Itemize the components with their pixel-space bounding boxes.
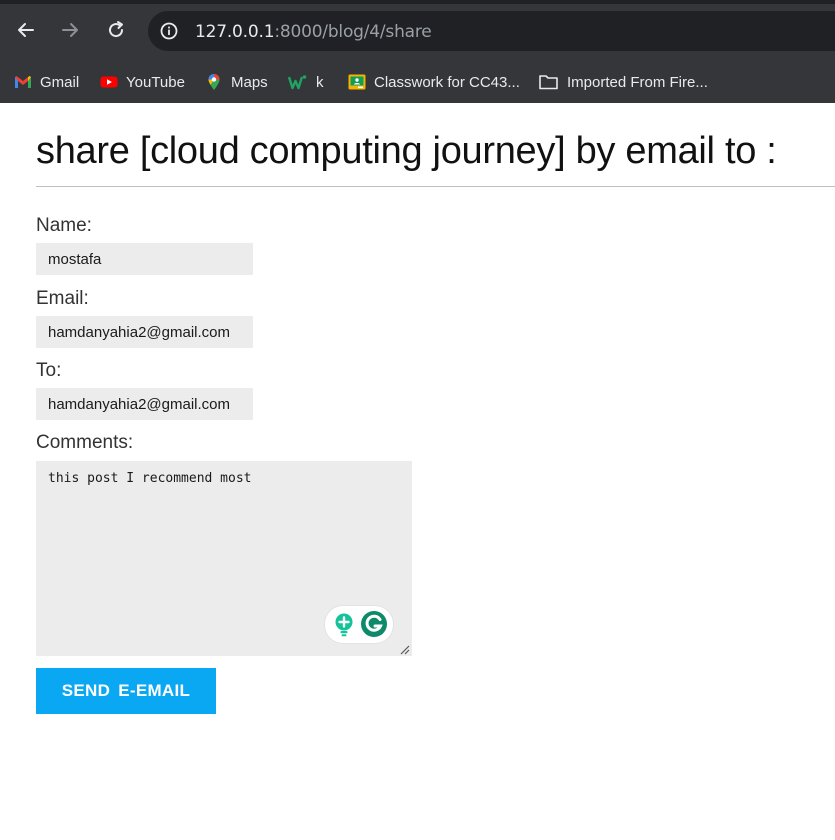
to-label: To: bbox=[36, 360, 62, 381]
name-input[interactable] bbox=[36, 243, 253, 275]
grammarly-logo-icon[interactable] bbox=[361, 611, 387, 637]
name-label: Name: bbox=[36, 215, 92, 236]
youtube-icon bbox=[100, 76, 118, 88]
gmail-icon bbox=[15, 76, 31, 88]
email-input[interactable] bbox=[36, 316, 253, 348]
bookmark-label: YouTube bbox=[126, 73, 185, 91]
lightbulb-icon[interactable] bbox=[335, 613, 353, 637]
bookmark-label: Classwork for CC43... bbox=[374, 73, 520, 91]
url-host: 127.0.0.1 bbox=[195, 22, 275, 42]
address-bar[interactable]: 127.0.0.1:8000/blog/4/share bbox=[148, 11, 835, 51]
bookmark-imported-folder[interactable]: Imported From Fire... bbox=[538, 68, 708, 96]
to-input[interactable] bbox=[36, 388, 253, 420]
bookmarks-bar: Gmail YouTube Maps k Classwork for CC43.… bbox=[0, 62, 835, 103]
forward-arrow-icon bbox=[62, 23, 78, 37]
title-divider bbox=[36, 186, 835, 187]
bookmark-label: Maps bbox=[231, 73, 268, 91]
resize-handle-icon[interactable] bbox=[398, 643, 410, 655]
bookmark-classwork[interactable]: Classwork for CC43... bbox=[348, 68, 520, 96]
info-icon[interactable] bbox=[160, 22, 178, 40]
back-arrow-icon bbox=[18, 23, 34, 37]
bookmark-label: Imported From Fire... bbox=[567, 73, 708, 91]
bookmark-youtube[interactable]: YouTube bbox=[100, 68, 185, 96]
comments-label: Comments: bbox=[36, 432, 134, 453]
back-button[interactable] bbox=[12, 16, 40, 44]
bookmark-label: Gmail bbox=[40, 73, 80, 91]
folder-icon bbox=[539, 75, 558, 90]
w-icon bbox=[288, 75, 307, 90]
bookmark-label: k bbox=[316, 73, 324, 91]
url-text[interactable]: 127.0.0.1:8000/blog/4/share bbox=[195, 22, 432, 42]
grammarly-icons bbox=[335, 611, 387, 637]
bookmark-k[interactable]: k bbox=[288, 68, 324, 96]
browser-toolbar: 127.0.0.1:8000/blog/4/share bbox=[0, 0, 835, 62]
classroom-icon bbox=[348, 74, 366, 90]
grammarly-widget[interactable] bbox=[325, 606, 393, 643]
maps-icon bbox=[208, 74, 220, 90]
bookmark-maps[interactable]: Maps bbox=[205, 68, 268, 96]
forward-button[interactable] bbox=[56, 16, 84, 44]
email-label: Email: bbox=[36, 288, 89, 309]
send-email-button[interactable]: SEND E-EMAIL bbox=[36, 668, 216, 714]
reload-button[interactable] bbox=[102, 16, 130, 44]
bookmark-gmail[interactable]: Gmail bbox=[14, 68, 79, 96]
reload-icon bbox=[109, 21, 124, 38]
url-path: :8000/blog/4/share bbox=[274, 22, 432, 42]
page-title: share [cloud computing journey] by email… bbox=[36, 130, 777, 172]
